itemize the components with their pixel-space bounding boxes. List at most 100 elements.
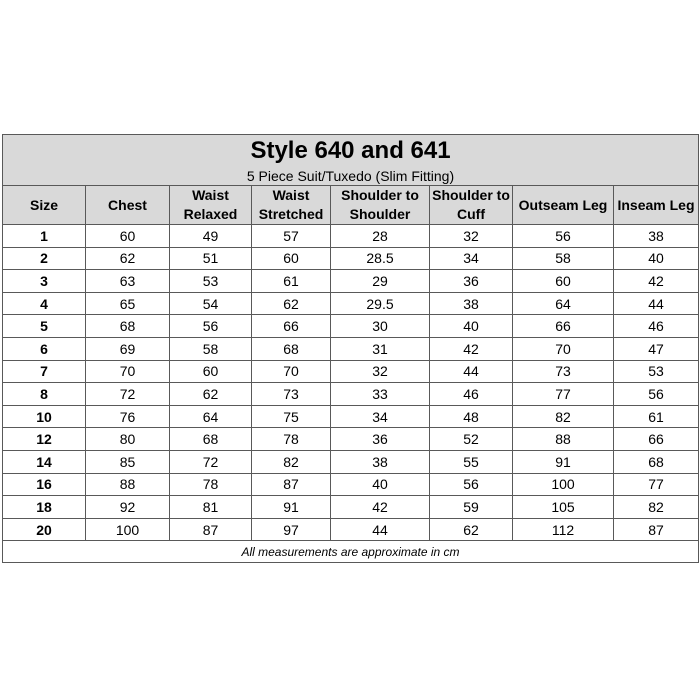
column-header: Waist Relaxed	[169, 185, 252, 225]
measurement-cell: 97	[251, 517, 331, 542]
table-row: 20 100 87 97 44 62 112 87	[2, 517, 699, 542]
measurement-cell: 38	[429, 291, 513, 316]
measurement-cell: 48	[429, 404, 513, 429]
column-header-line: Waist	[192, 187, 229, 203]
measurement-cell: 82	[613, 495, 699, 519]
column-header: Outseam Leg	[512, 185, 614, 225]
measurement-cell: 38	[330, 449, 430, 474]
column-header-line: Shoulder to	[432, 187, 510, 203]
size-cell: 10	[2, 404, 86, 429]
column-header: Chest	[85, 185, 170, 225]
measurement-cell: 42	[613, 269, 699, 293]
measurement-cell: 112	[512, 517, 614, 542]
measurement-cell: 60	[251, 246, 331, 271]
measurement-cell: 58	[169, 336, 252, 361]
measurement-cell: 54	[169, 291, 252, 316]
measurement-cell: 53	[169, 269, 252, 293]
column-header-line: Relaxed	[183, 206, 238, 222]
measurement-cell: 65	[85, 291, 170, 316]
measurement-cell: 53	[613, 359, 699, 384]
measurement-cell: 57	[251, 224, 331, 248]
measurement-cell: 78	[169, 472, 252, 497]
size-chart-table: Style 640 and 641 5 Piece Suit/Tuxedo (S…	[2, 134, 699, 564]
measurement-cell: 47	[613, 336, 699, 361]
measurement-cell: 66	[613, 427, 699, 451]
measurement-cell: 62	[429, 517, 513, 542]
measurement-cell: 44	[330, 517, 430, 542]
measurement-cell: 60	[169, 359, 252, 384]
measurement-cell: 82	[251, 449, 331, 474]
table-row: 18 92 81 91 42 59 105 82	[2, 495, 699, 519]
measurement-cell: 76	[85, 404, 170, 429]
measurement-cell: 88	[512, 427, 614, 451]
measurement-cell: 105	[512, 495, 614, 519]
measurement-cell: 73	[512, 359, 614, 384]
measurement-cell: 51	[169, 246, 252, 271]
chart-title: Style 640 and 641	[2, 134, 699, 166]
column-header-line: Shoulder to	[341, 187, 419, 203]
table-row: 12 80 68 78 36 52 88 66	[2, 427, 699, 451]
measurement-cell: 100	[85, 517, 170, 542]
measurement-cell: 49	[169, 224, 252, 248]
measurement-cell: 36	[330, 427, 430, 451]
measurement-cell: 91	[251, 495, 331, 519]
table-row: 5 68 56 66 30 40 66 46	[2, 314, 699, 338]
size-cell: 6	[2, 336, 86, 361]
measurement-cell: 87	[251, 472, 331, 497]
measurement-cell: 63	[85, 269, 170, 293]
measurement-cell: 60	[85, 224, 170, 248]
measurement-cell: 68	[251, 336, 331, 361]
measurement-cell: 70	[85, 359, 170, 384]
table-row: 4 65 54 62 29.5 38 64 44	[2, 291, 699, 316]
measurement-cell: 100	[512, 472, 614, 497]
measurement-cell: 32	[330, 359, 430, 384]
measurement-cell: 68	[169, 427, 252, 451]
column-header: Size	[2, 185, 86, 225]
measurement-cell: 69	[85, 336, 170, 361]
measurement-cell: 64	[169, 404, 252, 429]
column-header-line: Size	[29, 196, 58, 213]
measurement-cell: 56	[512, 224, 614, 248]
column-header-line: Stretched	[258, 206, 324, 222]
column-header: Shoulder to Shoulder	[330, 185, 430, 225]
measurement-cell: 77	[613, 472, 699, 497]
measurement-cell: 81	[169, 495, 252, 519]
measurement-cell: 36	[429, 269, 513, 293]
measurement-cell: 82	[512, 404, 614, 429]
measurement-cell: 56	[613, 382, 699, 406]
measurement-cell: 62	[169, 382, 252, 406]
measurement-cell: 30	[330, 314, 430, 338]
size-cell: 2	[2, 246, 86, 271]
measurement-cell: 52	[429, 427, 513, 451]
measurement-cell: 46	[613, 314, 699, 338]
measurement-cell: 92	[85, 495, 170, 519]
measurement-cell: 40	[330, 472, 430, 497]
measurement-cell: 38	[613, 224, 699, 248]
measurement-cell: 62	[251, 291, 331, 316]
measurement-cell: 61	[251, 269, 331, 293]
column-header-line: Cuff	[457, 206, 485, 222]
measurement-cell: 28.5	[330, 246, 430, 271]
measurement-cell: 66	[251, 314, 331, 338]
column-header: Inseam Leg	[613, 185, 699, 225]
measurement-cell: 72	[85, 382, 170, 406]
column-header-line: Shoulder	[349, 206, 411, 222]
measurement-cell: 70	[251, 359, 331, 384]
column-header-row: Size Chest Waist Relaxed Waist Stretched Shoul…	[2, 185, 699, 225]
measurement-cell: 42	[330, 495, 430, 519]
column-header-line: Inseam Leg	[617, 196, 695, 213]
measurement-cell: 62	[85, 246, 170, 271]
size-cell: 16	[2, 472, 86, 497]
column-header-line: Chest	[108, 196, 147, 213]
measurement-cell: 85	[85, 449, 170, 474]
measurement-cell: 91	[512, 449, 614, 474]
column-header-line: Waist	[272, 187, 310, 203]
measurement-cell: 34	[330, 404, 430, 429]
column-header: Waist Stretched	[251, 185, 331, 225]
measurement-cell: 73	[251, 382, 331, 406]
measurement-cell: 68	[613, 449, 699, 474]
table-row: 3 63 53 61 29 36 60 42	[2, 269, 699, 293]
measurement-cell: 44	[429, 359, 513, 384]
column-header: Shoulder to Cuff	[429, 185, 513, 225]
measurement-cell: 55	[429, 449, 513, 474]
